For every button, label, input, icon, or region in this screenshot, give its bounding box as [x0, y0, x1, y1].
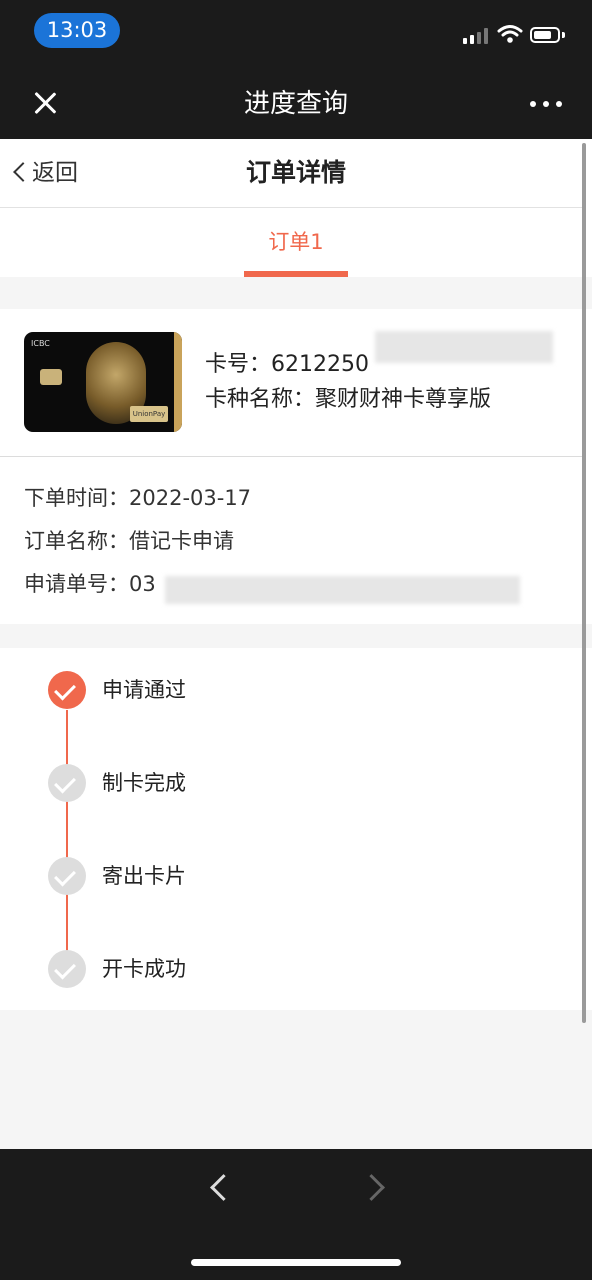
step-done-icon — [48, 671, 86, 709]
battery-cap — [562, 32, 565, 38]
timeline-section — [0, 648, 592, 1010]
card-number-label: 卡号： — [205, 352, 272, 377]
card-type-row: 卡种名称：聚财财神卡尊享版 — [205, 385, 491, 415]
order-name-row: 订单名称：借记卡申请 — [24, 526, 234, 556]
more-icon[interactable] — [530, 101, 562, 107]
divider — [0, 456, 582, 457]
status-time: 13:03 — [34, 13, 120, 48]
order-time-label: 下单时间： — [24, 486, 129, 510]
check-icon — [54, 864, 76, 887]
check-icon — [54, 678, 76, 701]
step-pending-icon — [48, 764, 86, 802]
step-label: 寄出卡片 — [102, 864, 186, 888]
redacted-order-number — [165, 576, 520, 604]
order-name-value: 借记卡申请 — [129, 529, 234, 553]
step-label: 制卡完成 — [102, 771, 186, 795]
card-bank-logo: ICBC — [31, 339, 50, 348]
wifi-icon — [497, 25, 523, 43]
unionpay-logo: UnionPay — [130, 406, 168, 422]
timeline-connector — [66, 710, 68, 970]
card-number-value: 6212250 — [271, 352, 369, 377]
step-pending-icon — [48, 857, 86, 895]
order-number-row: 申请单号：03 — [24, 569, 156, 599]
card-number-row: 卡号：6212250 — [205, 350, 369, 380]
page-title: 订单详情 — [245, 158, 346, 187]
step-label: 开卡成功 — [102, 957, 186, 981]
signal-icon — [463, 28, 491, 44]
home-indicator[interactable] — [191, 1259, 401, 1266]
window-title: 进度查询 — [243, 89, 348, 119]
divider — [0, 207, 582, 208]
order-number-label: 申请单号： — [24, 572, 129, 596]
scrollbar[interactable] — [582, 143, 586, 1023]
battery-icon — [530, 27, 560, 43]
order-time-value: 2022-03-17 — [129, 486, 252, 510]
card-chip — [40, 369, 62, 385]
card-type-value: 聚财财神卡尊享版 — [315, 387, 492, 412]
chevron-left-icon[interactable] — [206, 1175, 232, 1201]
web-content — [0, 139, 592, 1149]
step-pending-icon — [48, 950, 86, 988]
card-image: ICBC UnionPay — [24, 332, 182, 432]
order-time-row: 下单时间：2022-03-17 — [24, 483, 251, 513]
step-label: 申请通过 — [102, 678, 186, 702]
card-edge — [174, 332, 182, 432]
chevron-right-icon[interactable] — [362, 1175, 388, 1201]
order-name-label: 订单名称： — [24, 529, 129, 553]
tab-active-indicator — [244, 271, 348, 277]
redacted-card-number — [375, 331, 553, 363]
order-number-value: 03 — [129, 572, 156, 596]
tab-order-1[interactable]: 订单1 — [244, 226, 348, 258]
card-type-label: 卡种名称： — [205, 387, 316, 412]
check-icon — [54, 957, 76, 980]
check-icon — [54, 771, 76, 794]
